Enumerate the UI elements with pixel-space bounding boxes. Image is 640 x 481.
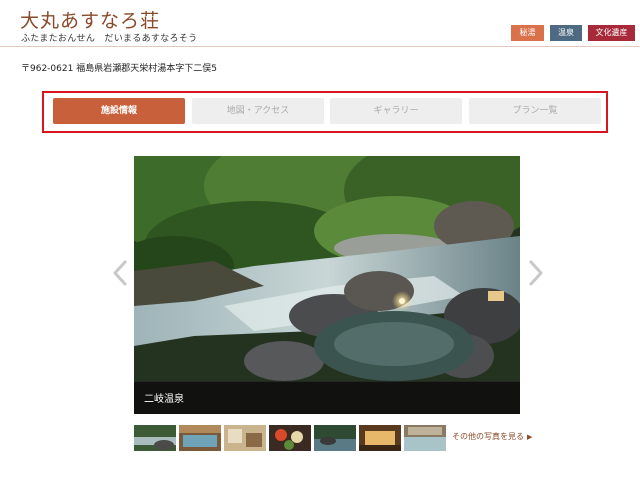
thumbnail-outdoor-bath[interactable] xyxy=(314,425,356,451)
thumbnail-river[interactable] xyxy=(134,425,176,451)
chevron-left-icon[interactable] xyxy=(110,258,130,288)
thumbnail-lobby[interactable] xyxy=(359,425,401,451)
site-header: 大丸あすなろ荘 ふたまたおんせん だいまるあすなろそう 秘湯 温泉 文化遺産 xyxy=(0,0,640,47)
more-photos-label: その他の写真を見る xyxy=(452,432,524,441)
site-subtitle: ふたまたおんせん だいまるあすなろそう xyxy=(21,34,198,44)
thumbnail-strip xyxy=(134,425,446,451)
thumbnail-meal[interactable] xyxy=(269,425,311,451)
chevron-right-icon[interactable] xyxy=(526,258,546,288)
badge-hitou[interactable]: 秘湯 xyxy=(511,25,544,41)
tab-plan-list[interactable]: プラン一覧 xyxy=(469,98,601,124)
tab-gallery[interactable]: ギャラリー xyxy=(330,98,462,124)
thumbnail-bath[interactable] xyxy=(179,425,221,451)
tab-map-access[interactable]: 地図・アクセス xyxy=(192,98,324,124)
tab-facility-info[interactable]: 施設情報 xyxy=(53,98,185,124)
caption-bar: 二岐温泉 xyxy=(134,382,520,414)
badge-onsen[interactable]: 温泉 xyxy=(550,25,582,41)
badge-cultural-heritage[interactable]: 文化遺産 xyxy=(588,25,635,41)
photo-caption: 二岐温泉 xyxy=(144,394,184,405)
address: 〒962-0621 福島県岩瀬郡天栄村湯本字下二俣5 xyxy=(21,64,217,74)
river-onsen-photo xyxy=(134,156,520,414)
more-photos-link[interactable]: その他の写真を見る ▶ xyxy=(452,431,532,442)
thumbnail-room[interactable] xyxy=(224,425,266,451)
thumbnail-indoor-bath[interactable] xyxy=(404,425,446,451)
triangle-right-icon: ▶ xyxy=(527,433,533,441)
site-title[interactable]: 大丸あすなろ荘 xyxy=(20,6,160,33)
photo-slider[interactable]: 二岐温泉 xyxy=(134,156,520,414)
